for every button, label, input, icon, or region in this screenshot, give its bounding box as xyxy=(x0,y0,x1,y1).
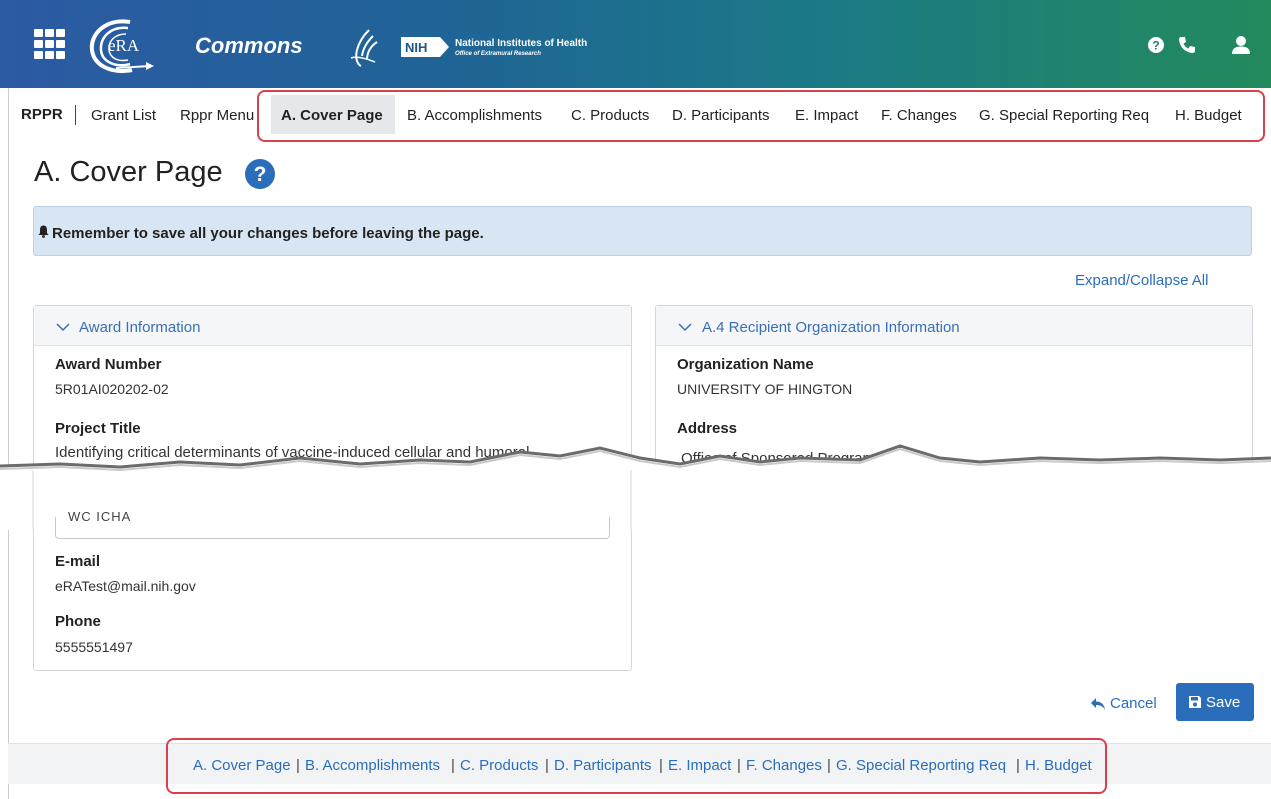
nih-badge-logo: NIH xyxy=(401,37,449,57)
page-title: A. Cover Page xyxy=(34,156,223,188)
address-label: Address xyxy=(677,420,738,437)
floppy-disk-icon xyxy=(1189,696,1201,708)
svg-text:?: ? xyxy=(254,163,267,186)
organization-name-value: UNIVERSITY OF HINGTON xyxy=(677,381,853,397)
era-logo-text: eRA xyxy=(108,36,140,55)
svg-text:?: ? xyxy=(1152,39,1159,53)
nav-divider xyxy=(75,105,76,125)
email-value: eRATest@mail.nih.gov xyxy=(55,578,196,594)
project-title-label: Project Title xyxy=(55,420,141,437)
award-card-title[interactable]: Award Information xyxy=(79,319,200,336)
chevron-down-icon[interactable] xyxy=(56,322,70,332)
phone-value: 5555551497 xyxy=(55,639,133,655)
apps-grid-icon[interactable] xyxy=(34,29,66,59)
phone-label: Phone xyxy=(55,613,101,630)
partial-name-input[interactable]: WC ICHA xyxy=(55,509,610,539)
page-help-icon[interactable]: ? xyxy=(244,158,276,190)
org-card-title[interactable]: A.4 Recipient Organization Information xyxy=(702,319,960,336)
bell-icon xyxy=(38,225,49,238)
organization-name-label: Organization Name xyxy=(677,356,814,373)
nih-badge-text: NIH xyxy=(405,40,427,55)
hhs-eagle-logo xyxy=(350,29,378,67)
footer-nav-highlight-box xyxy=(166,738,1107,794)
award-number-label: Award Number xyxy=(55,356,162,373)
nav-rppr-menu[interactable]: Rppr Menu xyxy=(180,107,254,124)
app-header: eRA Commons NIH National Institutes of H… xyxy=(0,0,1271,88)
help-icon[interactable]: ? xyxy=(1145,34,1167,56)
nih-name: National Institutes of Health xyxy=(455,38,588,49)
undo-icon[interactable] xyxy=(1090,697,1106,711)
save-button-label: Save xyxy=(1206,694,1241,711)
partial-input-text: WC ICHA xyxy=(68,509,132,524)
nav-grant-list[interactable]: Grant List xyxy=(91,107,156,124)
nav-rppr-root[interactable]: RPPR xyxy=(21,106,63,123)
save-button[interactable]: Save xyxy=(1176,683,1254,721)
award-number-value: 5R01AI020202-02 xyxy=(55,381,169,397)
top-nav-highlight-box xyxy=(257,90,1265,142)
expand-collapse-all-link[interactable]: Expand/Collapse All xyxy=(1075,272,1208,289)
chevron-down-icon[interactable] xyxy=(678,322,692,332)
user-icon[interactable] xyxy=(1230,34,1252,56)
alert-message: Remember to save all your changes before… xyxy=(52,225,484,242)
email-label: E-mail xyxy=(55,553,101,570)
nih-office: Office of Extramural Research xyxy=(455,51,541,57)
cancel-button[interactable]: Cancel xyxy=(1110,695,1157,712)
app-name[interactable]: Commons xyxy=(195,33,303,59)
phone-icon[interactable] xyxy=(1176,34,1198,56)
